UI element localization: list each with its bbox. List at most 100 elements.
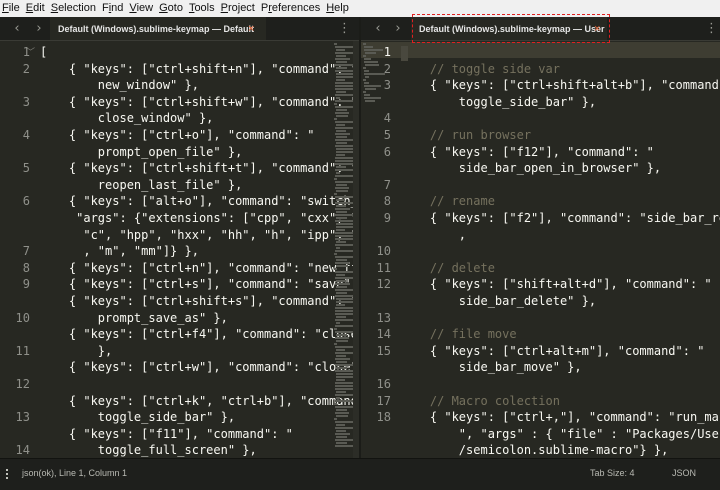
code-line: side_bar_delete" }, (401, 294, 597, 308)
code-line: reopen_last_file" }, (40, 177, 243, 192)
minimap-line (336, 205, 346, 207)
minimap-line (335, 214, 353, 216)
chevron-right-icon[interactable]: › (32, 20, 46, 38)
minimap-line (335, 106, 354, 108)
minimap-line (335, 427, 353, 429)
minimap-line (335, 289, 353, 291)
menu-goto[interactable]: Goto (156, 0, 186, 17)
editor-pane-left[interactable]: ‹ › Default (Windows).sublime-keymap — D… (0, 17, 359, 458)
minimap-line (335, 445, 355, 447)
tab-size-indicator[interactable]: Tab Size: 4 (590, 468, 635, 478)
minimap-line (335, 160, 353, 162)
close-icon[interactable]: × (594, 17, 600, 41)
code-line: { "keys": ["ctrl+k", "ctrl+b"], "command… (40, 393, 359, 408)
line-number: 7 (22, 244, 30, 259)
minimap-line (335, 133, 350, 135)
code-line: // delete (401, 260, 495, 275)
minimap-line (336, 211, 347, 213)
code-line: , (401, 227, 467, 242)
menu-find[interactable]: Find (99, 0, 126, 17)
chevron-right-icon[interactable]: › (391, 20, 405, 38)
code-line: toggle_full_screen" }, (40, 443, 257, 458)
minimap-line (335, 400, 354, 402)
menu-view[interactable]: View (126, 0, 156, 17)
line-number: 17 (376, 393, 391, 408)
minimap-line (334, 178, 337, 180)
minimap-line (334, 43, 337, 45)
minimap-line (336, 379, 345, 381)
code-line: toggle_side_bar" }, (40, 410, 236, 425)
line-number: 4 (383, 111, 391, 126)
menu-preferences[interactable]: Preferences (258, 0, 323, 17)
minimap-line (336, 97, 340, 99)
menu-tools[interactable]: Tools (186, 0, 218, 17)
tab-user-keymap[interactable]: Default (Windows).sublime-keymap — User … (411, 17, 607, 41)
minimap-line (335, 325, 354, 327)
minimap-line (336, 247, 340, 249)
minimap-line (336, 430, 346, 432)
tab-default-keymap[interactable]: Default (Windows).sublime-keymap — Defau… (50, 17, 266, 41)
more-options-icon[interactable]: ⋮ (705, 21, 718, 37)
minimap-line (335, 313, 353, 315)
code-line: // Macro colection (401, 393, 560, 408)
status-bar: json(ok), Line 1, Column 1 Tab Size: 4 J… (0, 458, 720, 490)
code-line: { "keys": ["ctrl+shift+n"], "command": " (40, 61, 358, 76)
menu-selection[interactable]: Selection (48, 0, 99, 17)
menu-project[interactable]: Project (218, 0, 258, 17)
minimap-line (365, 76, 369, 78)
minimap-line (335, 295, 355, 297)
minimap-line (335, 163, 353, 165)
minimap-line (335, 145, 355, 147)
minimap-line (336, 142, 347, 144)
menu-file[interactable]: File (0, 0, 23, 17)
line-number: 12 (376, 277, 391, 292)
minimap-line (335, 352, 353, 354)
minimap-line (364, 85, 381, 87)
syntax-indicator[interactable]: JSON (672, 468, 696, 478)
minimap-line (335, 100, 354, 102)
minimap-line (335, 196, 353, 198)
code-line: "c", "hpp", "hxx", "hh", "h", "ipp", "in… (40, 227, 359, 242)
menu-bar: File Edit Selection Find View Goto Tools Projec… (0, 0, 720, 17)
close-icon[interactable]: × (248, 17, 254, 41)
code-line: "args": {"extensions": ["cpp", "cxx", "c… (40, 211, 359, 225)
minimap-line (364, 94, 370, 96)
tab-bar-right: ‹ › Default (Windows).sublime-keymap — U… (361, 17, 720, 41)
line-number: 2 (22, 61, 30, 76)
tab-underline (0, 40, 359, 41)
menu-edit[interactable]: Edit (23, 0, 48, 17)
code-line: { "keys": ["f11"], "command": " (40, 426, 293, 441)
panel-switcher-icon[interactable] (6, 469, 10, 479)
minimap-line (335, 262, 349, 264)
minimap-line (335, 235, 353, 237)
minimap-line (335, 271, 353, 273)
minimap-line (336, 91, 346, 93)
code-line: toggle_side_bar" }, (401, 94, 597, 109)
code-line: { "keys": ["ctrl+shift+s"], "command": " (40, 294, 358, 308)
minimap-line (336, 280, 346, 282)
menu-help[interactable]: Help (323, 0, 352, 17)
code-line: new_window" }, (40, 78, 199, 93)
minimap-line (334, 328, 337, 330)
minimap-line (363, 43, 366, 45)
minimap-line (335, 319, 355, 321)
minimap-line (336, 349, 345, 351)
editor-pane-right[interactable]: ‹ › Default (Windows).sublime-keymap — U… (361, 17, 720, 458)
minimap-line (335, 88, 353, 90)
more-options-icon[interactable]: ⋮ (338, 21, 351, 37)
minimap-line (335, 283, 350, 285)
code-line: { "keys": ["ctrl+o"], "command": " (40, 128, 315, 142)
code-line: { "keys": ["ctrl+shift+w"], "command": " (40, 94, 358, 109)
line-number: 14 (15, 443, 30, 458)
minimap-line (335, 127, 353, 129)
minimap-line (336, 154, 345, 156)
line-number: 6 (383, 144, 391, 159)
line-number: 5 (22, 161, 30, 176)
minimap-line (336, 217, 347, 219)
minimap-line (336, 259, 347, 261)
chevron-left-icon[interactable]: ‹ (10, 20, 24, 38)
minimap-line (365, 88, 376, 90)
line-number: 18 (376, 410, 391, 425)
chevron-left-icon[interactable]: ‹ (371, 20, 385, 38)
minimap-line (336, 397, 340, 399)
